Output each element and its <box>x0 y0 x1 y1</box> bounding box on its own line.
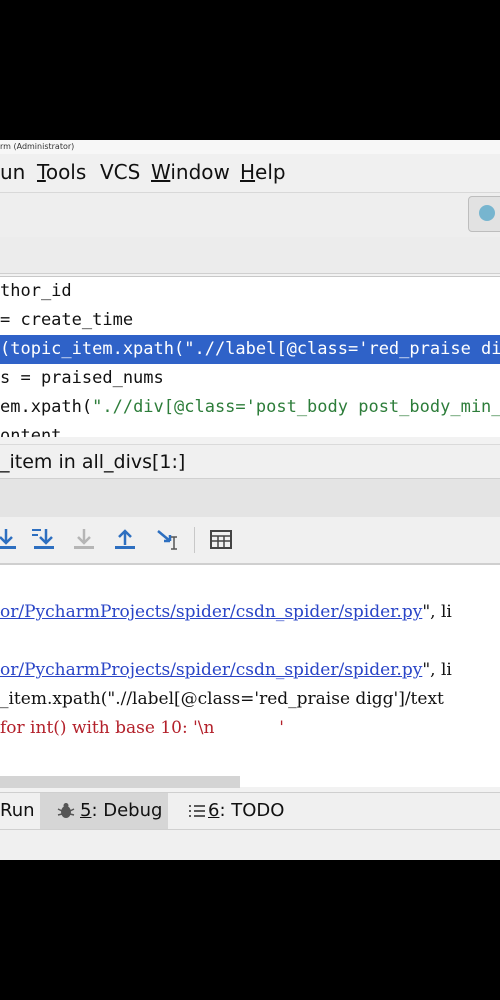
run-to-cursor-icon[interactable] <box>154 525 182 553</box>
tab-todo-label: : TODO <box>219 800 285 821</box>
code-text: = create_time <box>0 310 134 330</box>
breadcrumb[interactable]: _item in all_divs[1:] <box>0 444 500 479</box>
console-line: _item.xpath(".//label[@class='red_praise… <box>0 686 444 712</box>
tool-window-tabs: Run 5: Debug 6: TODO <box>0 792 500 829</box>
python-icon <box>479 205 495 221</box>
menu-vcs[interactable]: VCS <box>100 160 140 184</box>
force-step-into-icon[interactable] <box>70 525 98 553</box>
console-line: or/PycharmProjects/spider/csdn_spider/sp… <box>0 657 452 683</box>
window-title: rm (Administrator) <box>0 142 75 151</box>
console-line: or/PycharmProjects/spider/csdn_spider/sp… <box>0 599 452 625</box>
menu-window[interactable]: Window <box>151 160 230 184</box>
tab-debug[interactable]: 5: Debug <box>40 793 168 829</box>
tab-run-label: Run <box>0 800 35 821</box>
code-editor[interactable]: thor_id = create_time (topic_item.xpath(… <box>0 276 500 437</box>
evaluate-expression-icon[interactable] <box>207 525 235 553</box>
code-string: ".//label[@class='red_praise dig <box>184 339 500 359</box>
code-text: em.xpath( <box>0 397 93 417</box>
menu-window-rest: indow <box>170 160 230 184</box>
navigation-bar <box>0 237 500 274</box>
console-text: _item.xpath(".//label[@class='red_praise… <box>0 689 444 709</box>
file-link[interactable]: or/PycharmProjects/spider/csdn_spider/sp… <box>0 602 422 622</box>
tab-debug-number: 5 <box>80 800 92 821</box>
debug-toolbar <box>0 517 500 565</box>
menu-help[interactable]: Help <box>240 160 286 184</box>
code-line: ontent <box>0 422 500 437</box>
menu-window-mnemonic: W <box>151 160 171 184</box>
code-string: ".//div[@class='post_body post_body_min_ <box>92 397 500 417</box>
code-line: thor_id <box>0 277 500 306</box>
breadcrumb-text: _item in all_divs[1:] <box>0 451 186 473</box>
menu-help-mnemonic: H <box>240 160 256 184</box>
code-line: s = praised_nums <box>0 364 500 393</box>
main-toolbar <box>0 192 500 238</box>
list-icon <box>189 805 205 817</box>
bug-icon <box>57 803 75 818</box>
console-output[interactable]: or/PycharmProjects/spider/csdn_spider/sp… <box>0 565 500 787</box>
console-text: ", li <box>422 602 452 622</box>
tab-run[interactable]: Run <box>0 793 38 829</box>
tab-todo-number: 6 <box>208 800 220 821</box>
toolbar-divider <box>194 527 195 553</box>
console-text: ", li <box>422 660 452 680</box>
menu-run[interactable]: un <box>0 160 25 184</box>
menu-tools-rest: ools <box>45 160 87 184</box>
step-out-icon[interactable] <box>111 525 139 553</box>
title-bar: rm (Administrator) <box>0 140 500 154</box>
code-text: (topic_item.xpath( <box>0 339 185 359</box>
ide-window: rm (Administrator) un Tools VCS Window H… <box>0 140 500 860</box>
file-link[interactable]: or/PycharmProjects/spider/csdn_spider/sp… <box>0 660 422 680</box>
tab-todo[interactable]: 6: TODO <box>184 793 304 829</box>
code-line: = create_time <box>0 306 500 335</box>
menu-help-rest: elp <box>255 160 286 184</box>
code-text: s = praised_nums <box>0 368 164 388</box>
menu-tools-mnemonic: T <box>37 160 46 184</box>
python-console-button[interactable] <box>468 196 500 232</box>
code-text: thor_id <box>0 281 72 301</box>
code-line-selected: (topic_item.xpath(".//label[@class='red_… <box>0 335 500 364</box>
step-into-icon[interactable] <box>28 525 56 553</box>
step-over-icon[interactable] <box>0 525 20 553</box>
menu-tools[interactable]: Tools <box>37 160 86 184</box>
code-text: ontent <box>0 426 62 437</box>
debug-header <box>0 478 500 518</box>
console-error-line: for int() with base 10: '\n ' <box>0 715 284 741</box>
error-text: for int() with base 10: '\n ' <box>0 718 284 738</box>
tab-todo-text: 6: TODO <box>208 793 284 829</box>
code-line: em.xpath(".//div[@class='post_body post_… <box>0 393 500 422</box>
menu-bar: un Tools VCS Window Help <box>0 154 500 192</box>
horizontal-scrollbar[interactable] <box>0 776 240 788</box>
tab-debug-label: : Debug <box>91 800 163 821</box>
tab-debug-text: 5: Debug <box>80 793 162 829</box>
status-bar <box>0 829 500 860</box>
